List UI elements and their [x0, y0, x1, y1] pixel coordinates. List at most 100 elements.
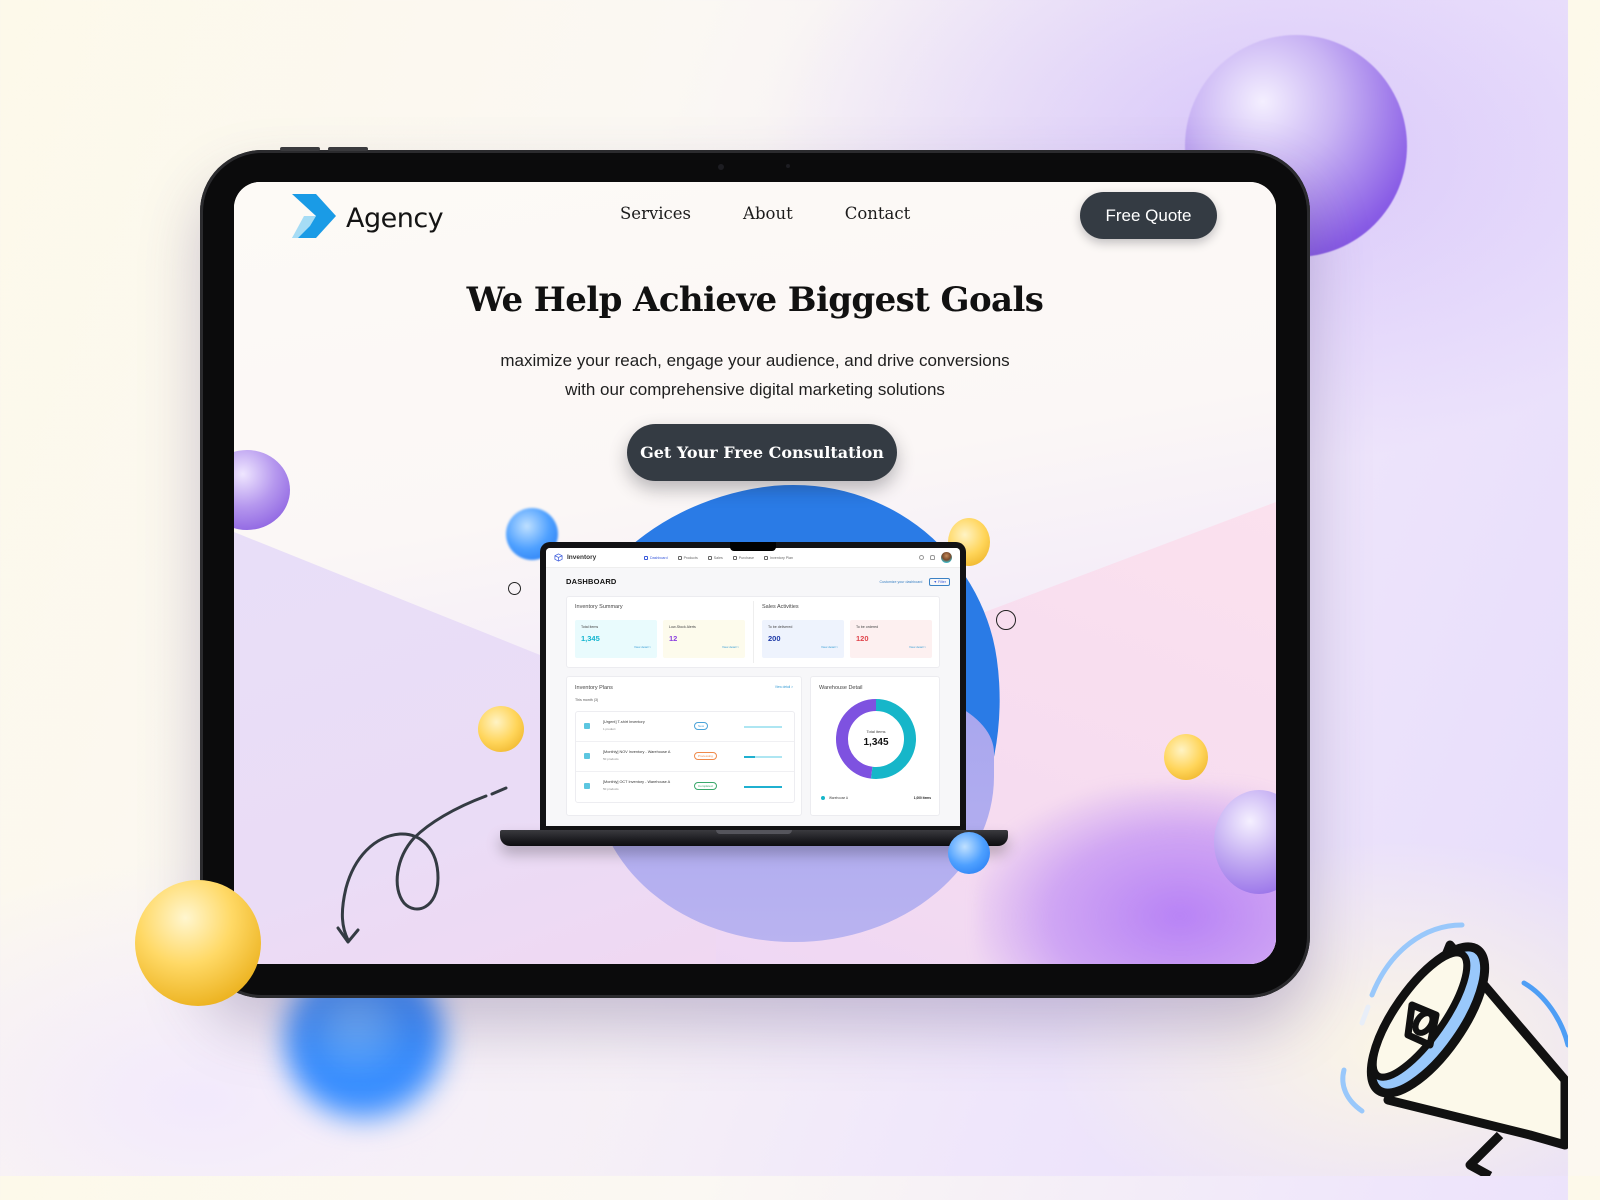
sensor-dot	[786, 164, 790, 168]
app-tab-purchase[interactable]: Purchase	[732, 555, 754, 560]
filter-button[interactable]: ▼ Filter	[929, 577, 950, 586]
nav-link-about[interactable]: About	[743, 204, 793, 223]
megaphone-icon	[1340, 922, 1568, 1176]
inventory-plans-title: Inventory Plans	[575, 685, 613, 691]
plan-count: 50 products	[603, 757, 619, 761]
app-tab-label: Sales	[713, 555, 723, 560]
free-consultation-button[interactable]: Get Your Free Consultation	[627, 424, 897, 481]
free-quote-button[interactable]: Free Quote	[1080, 192, 1217, 239]
dashboard-preview: Inventory Dashboard Products Sales Purch…	[546, 548, 960, 826]
status-badge: New	[694, 722, 709, 730]
laptop-lid: Inventory Dashboard Products Sales Purch…	[540, 542, 966, 832]
view-detail-link[interactable]: View detail >	[634, 645, 651, 649]
decor-sphere	[1164, 734, 1208, 780]
warehouse-detail-card: Warehouse Detail Total items 1,345 Wareh…	[810, 676, 940, 816]
divider	[753, 601, 754, 663]
stat-value: 1,345	[581, 634, 600, 643]
curly-arrow-icon	[336, 786, 508, 944]
app-tab-dashboard[interactable]: Dashboard	[644, 555, 668, 560]
plan-row[interactable]: [Monthly] NOV Inventory - Warehouse A 50…	[576, 742, 794, 772]
app-topbar-actions	[919, 552, 952, 563]
logo[interactable]: Agency	[290, 192, 444, 240]
inventory-summary-title: Inventory Summary	[575, 604, 623, 610]
chevron-logo-icon	[292, 194, 336, 238]
plans-list: [Urgent] T-shirt Inventory 1 product New…	[575, 711, 795, 803]
nav-link-contact[interactable]: Contact	[845, 204, 911, 223]
stat-label: To be delivered	[768, 625, 793, 629]
brand-name: Agency	[346, 202, 444, 234]
nav-link-services[interactable]: Services	[620, 204, 691, 223]
cart-icon	[707, 555, 712, 560]
stat-value: 12	[669, 634, 678, 643]
filter-label: Filter	[938, 579, 946, 584]
app-tab-inventory-plan[interactable]: Inventory Plan	[763, 555, 793, 560]
plan-row[interactable]: [Urgent] T-shirt Inventory 1 product New	[576, 712, 794, 742]
stat-to-be-delivered[interactable]: To be delivered 200 View detail >	[762, 620, 844, 658]
plan-progress	[744, 786, 782, 788]
legend-dot	[821, 796, 825, 800]
legend-value: 1,000 items	[913, 796, 931, 800]
view-detail-link[interactable]: View detail >	[722, 645, 739, 649]
status-badge: Processing	[694, 752, 717, 760]
stat-value: 200	[768, 634, 781, 643]
plan-count: 50 products	[603, 787, 619, 791]
app-tab-label: Purchase	[738, 555, 754, 560]
laptop-mockup: Inventory Dashboard Products Sales Purch…	[500, 542, 1008, 852]
tablet-device: Agency Services About Contact Free Quote…	[200, 147, 1310, 998]
plan-progress-fill	[744, 756, 756, 758]
site-nav: Agency Services About Contact Free Quote	[234, 182, 1276, 254]
calendar-icon	[763, 555, 768, 560]
hero-subtitle-line: maximize your reach, engage your audienc…	[500, 351, 1010, 370]
calendar-icon	[584, 783, 590, 789]
avatar[interactable]	[941, 552, 952, 563]
plan-progress-fill	[744, 786, 782, 788]
plan-progress	[744, 756, 782, 758]
hero-subtitle: maximize your reach, engage your audienc…	[234, 346, 1276, 404]
camera-icon	[718, 164, 724, 170]
view-detail-link[interactable]: View detail >	[821, 645, 838, 649]
customize-dashboard-link[interactable]: Customize your dashboard	[879, 580, 922, 584]
donut-center-label: Total items	[866, 729, 885, 734]
view-detail-link[interactable]: View detail >	[909, 645, 926, 649]
stat-label: Total items	[581, 625, 599, 629]
plan-name: [Urgent] T-shirt Inventory	[603, 720, 645, 724]
warehouse-donut-chart: Total items 1,345	[836, 699, 916, 779]
sales-activities-title: Sales Activities	[762, 604, 799, 610]
app-tab-products[interactable]: Products	[677, 555, 698, 560]
summary-card: Inventory Summary Sales Activities Total…	[566, 596, 940, 668]
calendar-icon	[584, 753, 590, 759]
stat-label: Low-Stock Alerts	[669, 625, 696, 629]
stat-label: To be ordered	[856, 625, 879, 629]
status-badge: Completed	[694, 782, 717, 790]
plan-name: [Monthly] OCT Inventory - Warehouse A	[603, 780, 671, 784]
app-tab-sales[interactable]: Sales	[707, 555, 723, 560]
stat-value: 120	[856, 634, 869, 643]
stat-to-be-ordered[interactable]: To be ordered 120 View detail >	[850, 620, 932, 658]
laptop-groove	[716, 830, 792, 834]
decor-sphere	[948, 832, 990, 874]
grid-icon	[644, 555, 648, 560]
website-screen: Agency Services About Contact Free Quote…	[234, 182, 1276, 964]
legend-label: Warehouse A	[829, 796, 849, 800]
plan-row[interactable]: [Monthly] OCT Inventory - Warehouse A 50…	[576, 772, 794, 802]
plan-progress	[744, 726, 782, 728]
box-icon	[677, 555, 682, 560]
app-name: Inventory	[567, 554, 597, 561]
app-tab-label: Products	[683, 555, 698, 560]
view-detail-link[interactable]: View detail >	[775, 685, 793, 689]
stat-low-stock[interactable]: Low-Stock Alerts 12 View detail >	[663, 620, 745, 658]
stat-total-items[interactable]: Total items 1,345 View detail >	[575, 620, 657, 658]
settings-icon[interactable]	[919, 555, 924, 560]
donut-legend: Warehouse A	[821, 796, 848, 800]
app-tab-label: Inventory Plan	[769, 555, 793, 560]
app-topbar: Inventory Dashboard Products Sales Purch…	[546, 548, 960, 568]
bell-icon[interactable]	[930, 555, 935, 560]
hero-title: We Help Achieve Biggest Goals	[466, 280, 1044, 320]
app-brand: Inventory	[554, 553, 644, 562]
decor-sphere-yellow	[135, 880, 261, 1006]
plan-name: [Monthly] NOV Inventory - Warehouse A	[603, 750, 671, 754]
inventory-plans-card: Inventory Plans View detail > This month…	[566, 676, 802, 816]
donut-center-value: 1,345	[863, 737, 888, 748]
app-tabs: Dashboard Products Sales Purchase Invent…	[644, 555, 793, 560]
tablet-button	[328, 147, 368, 151]
